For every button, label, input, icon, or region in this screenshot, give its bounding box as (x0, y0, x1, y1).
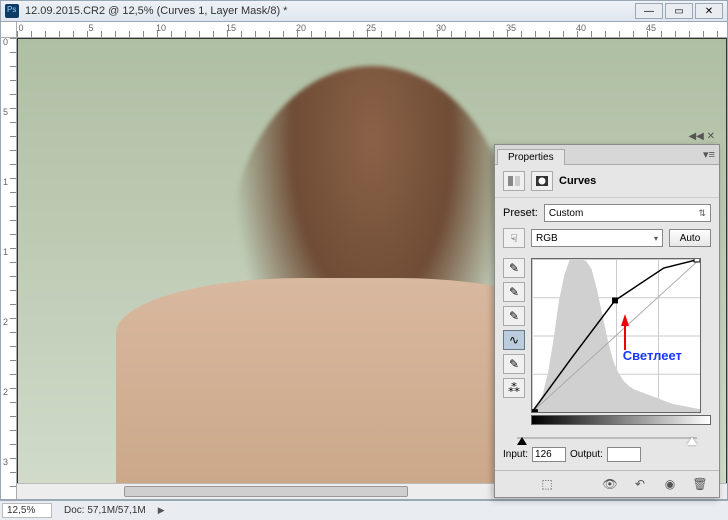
preset-select[interactable]: Custom (544, 204, 711, 222)
curves-graph[interactable]: Светлеет (531, 258, 701, 413)
window-title: 12.09.2015.CR2 @ 12,5% (Curves 1, Layer … (25, 5, 635, 17)
preset-label: Preset: (503, 207, 538, 219)
eyedropper-black-icon[interactable]: ✎ (503, 258, 525, 278)
annotation-text: Светлеет (623, 348, 682, 363)
statusbar: 12,5% Doc: 57,1M/57,1M ▶ (0, 500, 728, 520)
panel-menu-icon[interactable]: ▾≡ (703, 148, 715, 161)
maximize-button[interactable]: ▭ (665, 3, 693, 19)
smooth-tool-icon[interactable]: ⁂ (503, 378, 525, 398)
ruler-vertical[interactable]: 0511223 (1, 38, 17, 499)
view-previous-icon[interactable]: 👁 (599, 475, 621, 493)
curve-point-tool-icon[interactable]: ∿ (503, 330, 525, 350)
titlebar: 12.09.2015.CR2 @ 12,5% (Curves 1, Layer … (0, 0, 728, 22)
ruler-corner (1, 22, 17, 38)
curves-side-tools: ✎ ✎ ✎ ∿ ✎ ⁂ (503, 258, 525, 425)
statusbar-menu-icon[interactable]: ▶ (158, 505, 165, 516)
curve-draw-tool-icon[interactable]: ✎ (503, 354, 525, 374)
output-label: Output: (570, 449, 603, 460)
properties-panel: ◀◀ ✕ Properties ▾≡ Curves Preset: Custom… (494, 144, 720, 498)
eyedropper-gray-icon[interactable]: ✎ (503, 282, 525, 302)
targeted-adjust-icon[interactable]: ☟ (503, 228, 525, 248)
input-label: Input: (503, 449, 528, 460)
panel-title: Curves (559, 175, 596, 187)
app-icon (5, 4, 19, 18)
black-point-handle[interactable] (517, 437, 527, 445)
adjustment-icon[interactable] (503, 171, 525, 191)
close-button[interactable]: ✕ (695, 3, 723, 19)
ruler-horizontal[interactable]: 051015202530354045 (17, 22, 727, 38)
panel-collapse-icon[interactable]: ◀◀ ✕ (688, 131, 715, 142)
tab-properties[interactable]: Properties (497, 149, 565, 165)
eyedropper-white-icon[interactable]: ✎ (503, 306, 525, 326)
white-point-handle[interactable] (687, 437, 697, 445)
doc-size: Doc: 57,1M/57,1M (64, 505, 146, 516)
channel-select[interactable]: RGB (531, 229, 663, 247)
toggle-visibility-icon[interactable]: ◉ (659, 475, 681, 493)
minimize-button[interactable]: — (635, 3, 663, 19)
input-field[interactable] (532, 447, 566, 462)
delete-icon[interactable]: 🗑 (689, 475, 711, 493)
mask-icon[interactable] (531, 171, 553, 191)
auto-button[interactable]: Auto (669, 229, 711, 247)
levels-slider[interactable] (495, 427, 719, 443)
input-gradient (531, 415, 711, 425)
clip-to-layer-icon[interactable]: ⬚ (503, 475, 591, 493)
reset-icon[interactable]: ↶ (629, 475, 651, 493)
annotation-arrow-icon (621, 314, 629, 326)
zoom-field[interactable]: 12,5% (2, 503, 52, 518)
output-field[interactable] (607, 447, 641, 462)
